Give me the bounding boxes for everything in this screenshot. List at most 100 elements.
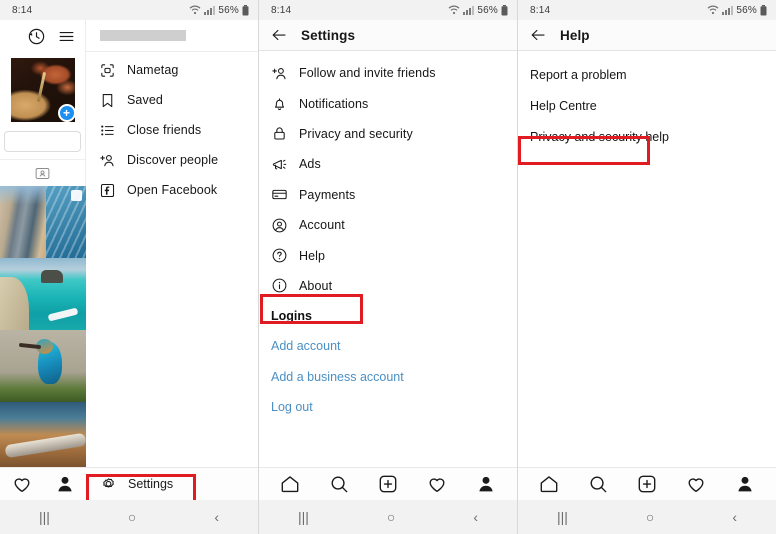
side-menu-column: Nametag Saved Close friends Discover peo… [86,20,258,534]
lock-icon [274,127,285,141]
battery-icon [501,4,508,15]
bottom-nav-bar: Settings [0,467,258,500]
login-link-log-out[interactable]: Log out [259,392,517,422]
recents-button[interactable]: ||| [557,510,568,524]
grid-photo-coastal-road[interactable] [0,402,86,474]
photo-grid [0,186,86,474]
three-screenshot-sequence: 8:14 56% + Nametag Saved Close friends D… [0,0,776,534]
help-item-help-centre[interactable]: Help Centre [518,90,776,121]
profile-icon[interactable] [734,473,756,495]
status-indicators: 56% [189,4,249,16]
nametag-icon [101,63,114,77]
grid-photo-city-beach[interactable] [0,186,86,258]
back-button[interactable]: ‹ [732,510,737,524]
status-time: 8:14 [271,4,292,16]
home-button[interactable]: ○ [646,510,654,524]
menu-item-close-friends[interactable]: Close friends [86,115,258,145]
android-system-nav: ||| ○ ‹ [259,500,517,534]
help-item-label: Help Centre [530,98,597,113]
settings-item-ads[interactable]: Ads [259,149,517,179]
settings-item-label: Payments [299,187,356,202]
settings-item-help[interactable]: Help [259,240,517,270]
help-item-report-problem[interactable]: Report a problem [518,59,776,90]
settings-label[interactable]: Settings [128,477,173,491]
settings-item-payments[interactable]: Payments [259,180,517,210]
login-link-label: Log out [271,400,313,415]
add-person-icon [100,154,114,166]
menu-item-nametag[interactable]: Nametag [86,55,258,85]
search-input[interactable] [4,131,81,152]
panel-profile-side-menu: 8:14 56% + Nametag Saved Close friends D… [0,0,259,534]
login-link-add-account[interactable]: Add account [259,331,517,361]
settings-item-notifications[interactable]: Notifications [259,88,517,118]
add-post-icon[interactable] [636,473,658,495]
home-icon[interactable] [279,473,301,495]
home-button[interactable]: ○ [128,510,136,524]
menu-item-label: Nametag [127,63,179,77]
back-button[interactable]: ‹ [214,510,219,524]
back-button[interactable]: ‹ [473,510,478,524]
settings-item-account[interactable]: Account [259,210,517,240]
wifi-icon [189,5,201,15]
tagged-photos-icon[interactable] [34,165,51,182]
heart-icon[interactable] [11,473,33,495]
status-bar: 8:14 56% [0,0,258,20]
heart-icon[interactable] [426,473,448,495]
recents-button[interactable]: ||| [298,510,309,524]
home-icon[interactable] [538,473,560,495]
heart-icon[interactable] [685,473,707,495]
search-icon[interactable] [587,473,609,495]
login-link-label: Add account [271,339,341,354]
instagram-bottom-nav [518,467,776,500]
help-app-bar: Help [518,20,776,51]
settings-item-label: Notifications [299,96,369,111]
profile-tab-strip [0,159,85,186]
home-button[interactable]: ○ [387,510,395,524]
hamburger-menu-icon[interactable] [57,27,76,46]
settings-item-privacy-security[interactable]: Privacy and security [259,119,517,149]
back-arrow-icon[interactable] [529,26,547,44]
back-arrow-icon[interactable] [270,26,288,44]
settings-item-label: Help [299,248,326,263]
search-icon[interactable] [328,473,350,495]
profile-icon[interactable] [54,473,76,495]
wifi-icon [707,5,719,15]
help-item-label: Privacy and security help [530,129,669,144]
signal-bars-icon [722,6,734,15]
grid-photo-kingfisher[interactable] [0,330,86,402]
add-post-icon[interactable] [377,473,399,495]
help-item-label: Report a problem [530,67,627,82]
profile-icon[interactable] [475,473,497,495]
avatar[interactable]: + [10,58,76,122]
menu-item-open-facebook[interactable]: Open Facebook [86,175,258,205]
profile-header-icons [0,20,85,52]
settings-item-label: Follow and invite friends [299,66,436,81]
page-title: Settings [301,27,356,43]
settings-item-label: About [299,278,333,293]
profile-split-layout: + Nametag Saved Close friends Discover p… [0,20,258,534]
settings-gear-icon[interactable] [100,476,117,493]
page-title: Help [560,27,590,43]
close-friends-list-icon [101,125,114,135]
bookmark-icon [102,93,113,107]
account-circle-icon [272,218,287,233]
login-link-label: Add a business account [271,369,404,384]
login-link-add-business-account[interactable]: Add a business account [259,362,517,392]
add-story-badge[interactable]: + [57,104,76,122]
grid-photo-lagoon-boat[interactable] [0,258,86,330]
add-person-icon [272,67,286,79]
status-bar: 8:14 56% [259,0,517,20]
activity-history-icon[interactable] [27,27,46,46]
menu-item-saved[interactable]: Saved [86,85,258,115]
settings-item-follow-invite[interactable]: Follow and invite friends [259,58,517,88]
instagram-bottom-nav [259,467,517,500]
recents-button[interactable]: ||| [39,510,50,524]
settings-item-about[interactable]: About [259,271,517,301]
megaphone-icon [272,159,287,170]
status-indicators: 56% [707,4,767,16]
menu-item-discover-people[interactable]: Discover people [86,145,258,175]
android-system-nav: ||| ○ ‹ [518,500,776,534]
wifi-icon [448,5,460,15]
status-indicators: 56% [448,4,508,16]
help-item-privacy-security-help[interactable]: Privacy and security help [518,121,776,152]
